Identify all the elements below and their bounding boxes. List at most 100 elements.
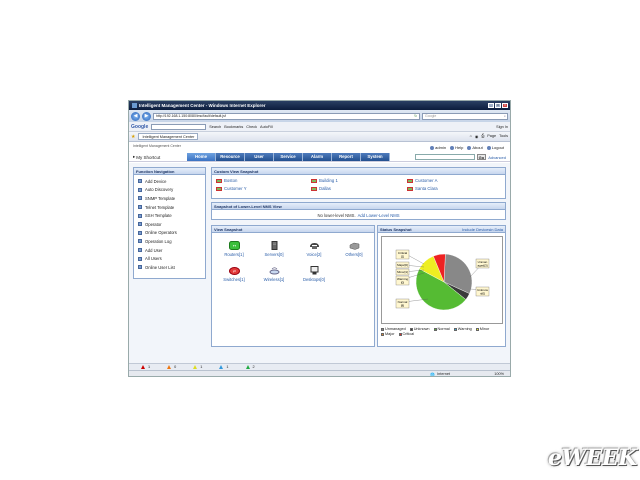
- menu-service[interactable]: Service: [274, 153, 303, 161]
- map-icon: [311, 178, 317, 183]
- nav-item-snmp-template[interactable]: SNMP Template: [138, 194, 201, 203]
- minimize-button[interactable]: _: [488, 103, 494, 108]
- google-search-button[interactable]: Search: [209, 125, 221, 129]
- favorites-star-icon[interactable]: ★: [131, 134, 135, 140]
- address-bar: ◀ ▶ http://192.168.1.150:8080/imc/fault/…: [129, 110, 510, 122]
- nav-item-ssh-template[interactable]: SSH Template: [138, 211, 201, 220]
- signin-link[interactable]: Sign In: [496, 125, 508, 129]
- device-routers[interactable]: ↔ Routers[1]: [214, 241, 254, 257]
- custom-view-title: Custom View Snapshot: [212, 168, 505, 175]
- help-icon: [450, 145, 455, 150]
- log-icon: [138, 239, 142, 244]
- alarm-count[interactable]: 1: [219, 365, 229, 369]
- menu-alarm[interactable]: Alarm: [303, 153, 332, 161]
- bookmarks-menu[interactable]: Bookmarks: [224, 125, 243, 129]
- pie-callout-label: Major[0]: [397, 263, 408, 267]
- custom-view-item[interactable]: Building 1: [311, 178, 407, 183]
- add-lower-nms-link[interactable]: Add Lower-Level NMS: [358, 213, 400, 218]
- custom-view-item[interactable]: Dallas: [311, 186, 407, 191]
- menu-system[interactable]: System: [361, 153, 390, 161]
- legend-swatch: [409, 327, 413, 331]
- menu-home[interactable]: Home: [187, 153, 216, 161]
- nav-item-telnet-template[interactable]: Telnet Template: [138, 203, 201, 212]
- template-icon: [138, 196, 142, 201]
- home-icon[interactable]: ⌂: [470, 134, 472, 139]
- status-pie-chart: Critical [1] Major[0] Minor[1] Warning [0] Nor…: [381, 236, 503, 324]
- browser-tab[interactable]: Intelligent Management Center: [138, 133, 199, 140]
- view-snapshot-title: View Snapshot: [212, 226, 374, 233]
- back-arrow-icon[interactable]: ◀: [131, 111, 140, 121]
- refresh-icon[interactable]: ↻: [414, 113, 419, 119]
- imc-search-row: Go Advanced: [414, 154, 506, 160]
- device-voice[interactable]: Voice[2]: [294, 241, 334, 257]
- zoom-level[interactable]: 100%: [494, 372, 504, 376]
- wireless-icon: [269, 267, 279, 275]
- page-menu[interactable]: Page: [487, 134, 496, 139]
- menu-user[interactable]: User: [245, 153, 274, 161]
- check-menu[interactable]: Check: [246, 125, 257, 129]
- feeds-icon[interactable]: ◉: [475, 134, 478, 139]
- include-devices-link[interactable]: Include Devicesin Data: [462, 226, 505, 232]
- nav-item-operation-log[interactable]: Operation Log: [138, 237, 201, 246]
- legend-swatch: [433, 327, 437, 331]
- alarm-level-icon: [219, 365, 224, 369]
- autofill-menu[interactable]: AutoFill: [260, 125, 273, 129]
- device-others[interactable]: Others[0]: [334, 241, 374, 257]
- nav-item-auto-discovery[interactable]: Auto Discovery: [138, 186, 201, 195]
- favorites-bar: ★ Intelligent Management Center ⌂ ◉ ⎙ Pa…: [129, 132, 510, 142]
- custom-view-item[interactable]: Customer A: [407, 178, 503, 183]
- device-type-grid: ↔ Routers[1] Servers[0] Voice[2] Others[…: [212, 233, 374, 282]
- admin-link[interactable]: admin: [430, 145, 446, 150]
- google-search-input[interactable]: [151, 123, 207, 130]
- nav-item-all-users[interactable]: All Users: [138, 254, 201, 263]
- device-switches[interactable]: ⇄ Switches[1]: [214, 266, 254, 282]
- logout-link[interactable]: Logout: [486, 145, 504, 150]
- device-servers[interactable]: Servers[0]: [254, 241, 294, 257]
- alarm-level-icon: [167, 365, 172, 369]
- alarm-count[interactable]: 1: [193, 365, 202, 369]
- server-icon: [271, 241, 277, 250]
- nav-item-operator[interactable]: Operator: [138, 220, 201, 229]
- menu-report[interactable]: Report: [332, 153, 361, 161]
- alarm-count-value: 1: [148, 365, 151, 369]
- url-field[interactable]: http://192.168.1.150:8080/imc/fault/defa…: [153, 112, 420, 120]
- alarm-count[interactable]: 2: [245, 365, 255, 369]
- go-button[interactable]: Go: [476, 154, 487, 160]
- maximize-button[interactable]: □: [495, 103, 501, 108]
- template-icon: [138, 213, 142, 218]
- switch-icon: ⇄: [228, 267, 240, 275]
- custom-view-item[interactable]: Santa Clara: [407, 186, 503, 191]
- alarm-count[interactable]: 1: [141, 365, 150, 369]
- device-desktops[interactable]: Desktops[0]: [294, 266, 334, 282]
- nav-item-online-operators[interactable]: Online Operators: [138, 229, 201, 238]
- my-shortcut-link[interactable]: ▸ My Shortcut: [133, 154, 160, 160]
- tools-menu[interactable]: Tools: [499, 134, 508, 139]
- about-link[interactable]: About: [467, 145, 483, 150]
- nav-item-add-user[interactable]: Add User: [138, 246, 201, 255]
- nav-item-add-device[interactable]: Add Device: [138, 177, 201, 186]
- help-link[interactable]: Help: [450, 145, 463, 150]
- alarm-count-value: 0: [174, 365, 177, 369]
- nav-item-online-user-list[interactable]: Online User List: [138, 263, 201, 272]
- alarm-count-value: 2: [252, 365, 255, 369]
- browser-search-input[interactable]: Google ⌕: [422, 112, 508, 120]
- custom-view-item[interactable]: Boston: [216, 178, 311, 183]
- alarm-count[interactable]: 0: [167, 365, 176, 369]
- forward-arrow-icon[interactable]: ▶: [142, 111, 151, 121]
- map-icon: [216, 186, 222, 191]
- pie-legend: Unmanaged Unknown Normal Warning Minor Major C…: [381, 327, 503, 336]
- imc-search-input[interactable]: [414, 154, 475, 160]
- search-icon[interactable]: ⌕: [504, 113, 507, 119]
- advanced-link[interactable]: Advanced: [488, 155, 506, 160]
- custom-view-list: Boston Building 1 Customer A Customer Y …: [212, 175, 505, 194]
- legend-label: Critical: [402, 332, 415, 336]
- legend-label: Minor: [479, 327, 490, 331]
- alarm-count-value: 1: [200, 365, 203, 369]
- menu-resource[interactable]: Resource: [216, 153, 245, 161]
- custom-view-item[interactable]: Customer Y: [216, 186, 311, 191]
- print-icon[interactable]: ⎙: [481, 134, 484, 139]
- close-button[interactable]: ×: [502, 103, 508, 108]
- google-logo: Google: [131, 123, 149, 130]
- pie-callout-sub: [0]: [401, 281, 405, 285]
- device-wireless[interactable]: Wireless[1]: [254, 266, 294, 282]
